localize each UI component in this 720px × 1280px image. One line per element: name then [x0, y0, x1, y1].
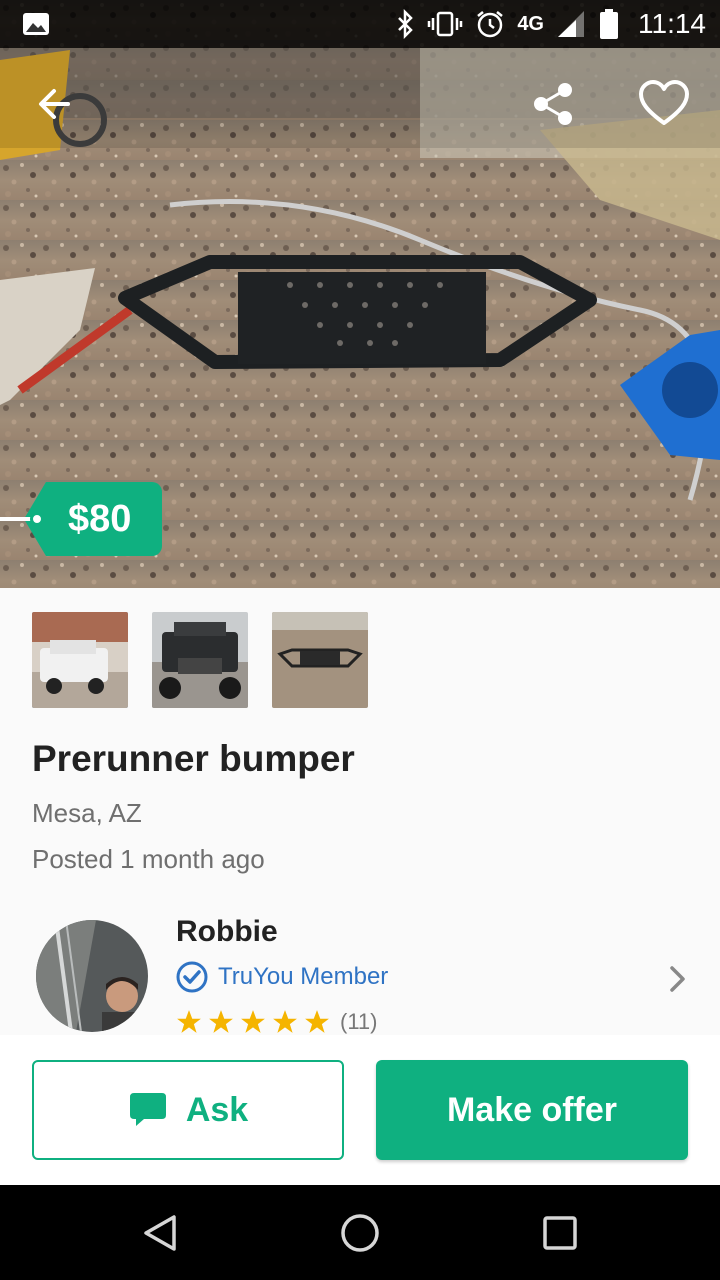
thumbnail-truck-front[interactable] — [32, 612, 128, 708]
review-count: (11) — [340, 1009, 378, 1034]
price-tag: $80 — [0, 482, 165, 556]
photo-thumbnails — [32, 612, 368, 708]
make-offer-button[interactable]: Make offer — [376, 1060, 688, 1160]
share-icon[interactable] — [528, 78, 580, 130]
price-tag-hole — [30, 512, 44, 526]
star-icon — [177, 1010, 201, 1033]
ask-button-label: Ask — [185, 1090, 249, 1129]
truyou-label: TruYou Member — [218, 963, 389, 990]
signal-icon — [558, 11, 584, 37]
thumbnail-bumper-gravel[interactable] — [272, 612, 368, 708]
star-icon — [209, 1010, 233, 1033]
avatar — [36, 920, 148, 1032]
chevron-right-icon[interactable] — [664, 961, 692, 997]
system-nav-bar — [0, 1185, 720, 1280]
alarm-icon — [477, 11, 504, 38]
listing-location: Mesa, AZ — [32, 798, 142, 828]
listing-screen: $80 4G 11:14 Prerunner bumper Mesa, AZ P… — [0, 0, 720, 1280]
back-triangle-icon[interactable] — [138, 1211, 182, 1255]
status-time: 11:14 — [638, 8, 706, 39]
bluetooth-icon — [398, 9, 414, 39]
truyou-badge: TruYou Member — [176, 961, 388, 993]
thumbnail-truck-bumper[interactable] — [152, 612, 248, 708]
seller-rating: (11) — [176, 1009, 378, 1035]
make-offer-label: Make offer — [446, 1090, 618, 1129]
seller-name: Robbie — [176, 915, 278, 948]
heart-icon[interactable] — [636, 78, 692, 130]
listing-title: Prerunner bumper — [32, 738, 355, 779]
price-label: $80 — [68, 498, 132, 540]
home-circle-icon[interactable] — [338, 1211, 382, 1255]
listing-photo[interactable]: $80 — [0, 0, 720, 588]
star-icon — [305, 1010, 329, 1033]
star-icon — [273, 1010, 297, 1033]
action-bar: Ask Make offer — [0, 1035, 720, 1185]
back-arrow-icon[interactable] — [30, 80, 82, 128]
seller-row[interactable]: Robbie TruYou Member (11) — [0, 905, 720, 1035]
status-icons: 4G 11:14 — [395, 6, 706, 42]
status-bar: 4G 11:14 — [0, 0, 720, 48]
verified-check-icon — [176, 961, 208, 993]
vibrate-icon — [428, 11, 463, 37]
listing-posted-time: Posted 1 month ago — [32, 844, 265, 874]
chat-bubble-icon — [129, 1093, 166, 1126]
recents-square-icon[interactable] — [538, 1211, 582, 1255]
ask-button[interactable]: Ask — [32, 1060, 344, 1160]
network-type-label: 4G — [517, 12, 544, 35]
battery-icon — [600, 9, 618, 39]
gallery-icon — [23, 13, 49, 35]
star-icon — [241, 1010, 265, 1033]
